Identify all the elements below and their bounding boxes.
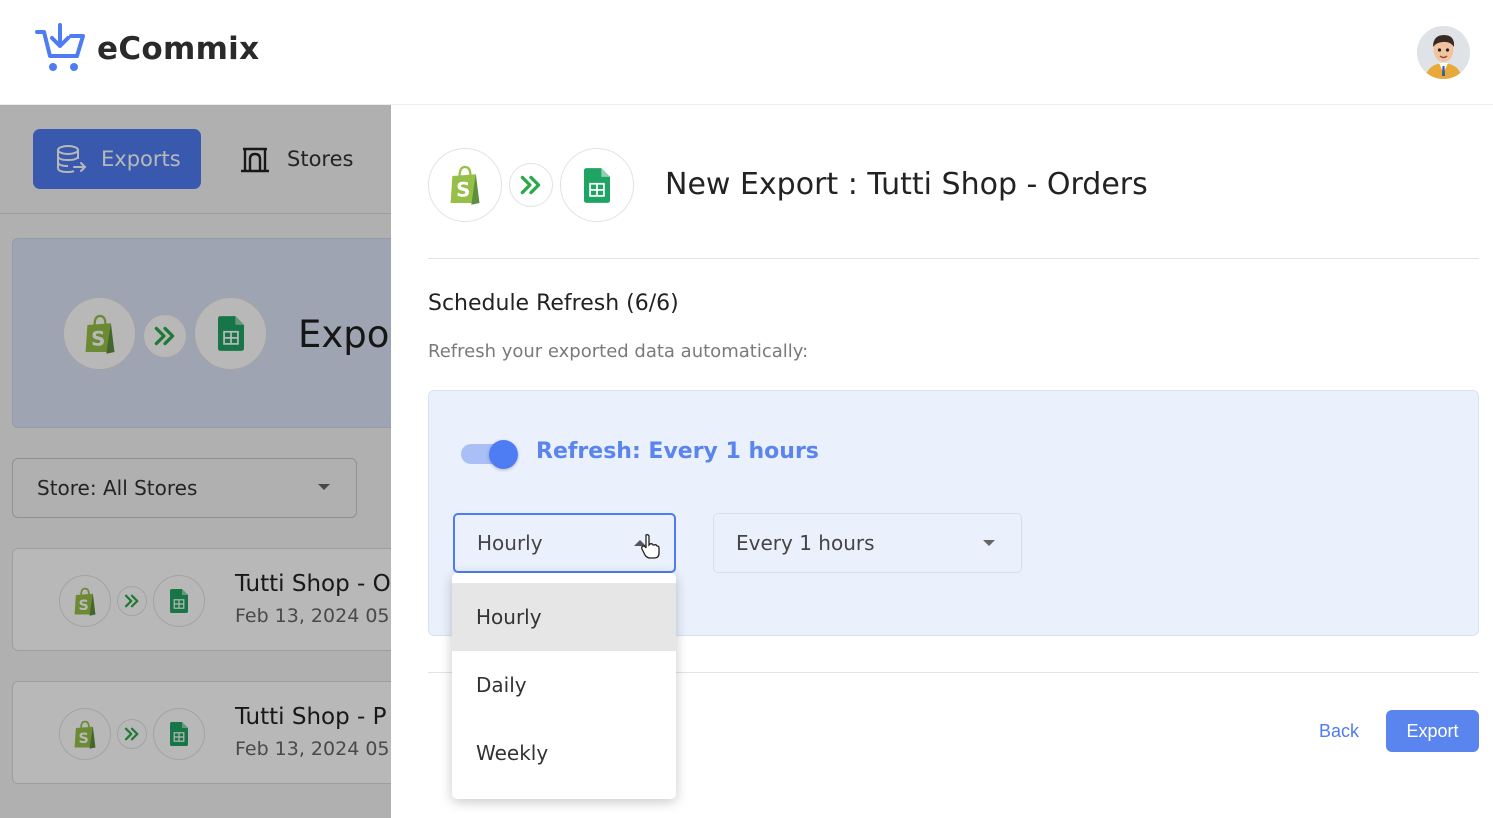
- frequency-option-weekly[interactable]: Weekly: [452, 719, 676, 787]
- svg-text:S: S: [456, 179, 470, 202]
- store-filter-select[interactable]: Store: All Stores: [12, 458, 357, 518]
- interval-value: Every 1 hours: [736, 531, 875, 555]
- google-sheets-icon: [153, 708, 205, 760]
- header-divider: [428, 258, 1479, 259]
- nav-divider: [0, 213, 391, 214]
- double-chevron-right-icon: [117, 719, 147, 749]
- store-icon: [241, 147, 269, 173]
- svg-text:S: S: [91, 327, 105, 350]
- cart-download-icon: [35, 23, 85, 71]
- google-sheets-icon: [560, 148, 634, 222]
- chevron-down-icon: [983, 540, 995, 546]
- store-filter-value: Store: All Stores: [37, 476, 198, 500]
- google-sheets-icon: [194, 297, 267, 370]
- app-logo[interactable]: eCommix: [33, 22, 259, 76]
- shopify-icon: S: [63, 297, 136, 370]
- database-export-icon: [57, 145, 87, 174]
- app-name: eCommix: [97, 31, 260, 67]
- export-list-item[interactable]: S Tutti Shop - O Feb 13, 2024 05: [12, 548, 391, 651]
- svg-text:S: S: [79, 730, 89, 746]
- page-title: New Export : Tutti Shop - Orders: [665, 167, 1148, 202]
- back-button[interactable]: Back: [1294, 710, 1384, 752]
- export-button[interactable]: Export: [1386, 710, 1479, 752]
- frequency-option-daily[interactable]: Daily: [452, 651, 676, 719]
- svg-text:S: S: [79, 597, 89, 613]
- nav-exports-button[interactable]: Exports: [33, 129, 201, 189]
- user-avatar[interactable]: [1417, 26, 1470, 79]
- double-chevron-right-icon: [117, 586, 147, 616]
- export-item-title: Tutti Shop - O: [235, 571, 391, 597]
- export-item-date: Feb 13, 2024 05: [235, 738, 390, 760]
- exports-list-panel: Exports Stores S Expor Store: All Stores…: [0, 105, 391, 818]
- shopify-icon: S: [59, 575, 111, 627]
- chevron-down-icon: [318, 484, 330, 490]
- avatar-icon: [1417, 26, 1470, 79]
- frequency-value: Hourly: [477, 531, 543, 555]
- export-item-title: Tutti Shop - P: [235, 704, 387, 730]
- nav-stores-button[interactable]: Stores: [239, 129, 353, 189]
- nav-stores-label: Stores: [287, 147, 354, 171]
- top-header: eCommix: [0, 0, 1493, 105]
- frequency-option-hourly[interactable]: Hourly: [452, 583, 676, 651]
- export-item-date: Feb 13, 2024 05: [235, 605, 390, 627]
- pointer-cursor-icon: [641, 534, 660, 559]
- interval-select[interactable]: Every 1 hours: [713, 513, 1022, 573]
- refresh-status-label: Refresh: Every 1 hours: [536, 439, 819, 464]
- shopify-icon: S: [428, 148, 502, 222]
- export-list-item[interactable]: S Tutti Shop - P Feb 13, 2024 05: [12, 681, 391, 784]
- refresh-toggle[interactable]: [461, 440, 519, 469]
- double-chevron-right-icon: [143, 314, 187, 358]
- frequency-select[interactable]: Hourly: [453, 513, 676, 573]
- toggle-knob: [489, 440, 518, 469]
- shopify-icon: S: [59, 708, 111, 760]
- section-subtitle: Refresh your exported data automatically…: [428, 341, 809, 362]
- frequency-dropdown-menu: Hourly Daily Weekly: [452, 573, 676, 799]
- section-title: Schedule Refresh (6/6): [428, 291, 679, 316]
- nav-exports-label: Exports: [101, 147, 181, 171]
- google-sheets-icon: [153, 575, 205, 627]
- hero-title: Expor: [298, 313, 391, 356]
- double-chevron-right-icon: [509, 163, 553, 207]
